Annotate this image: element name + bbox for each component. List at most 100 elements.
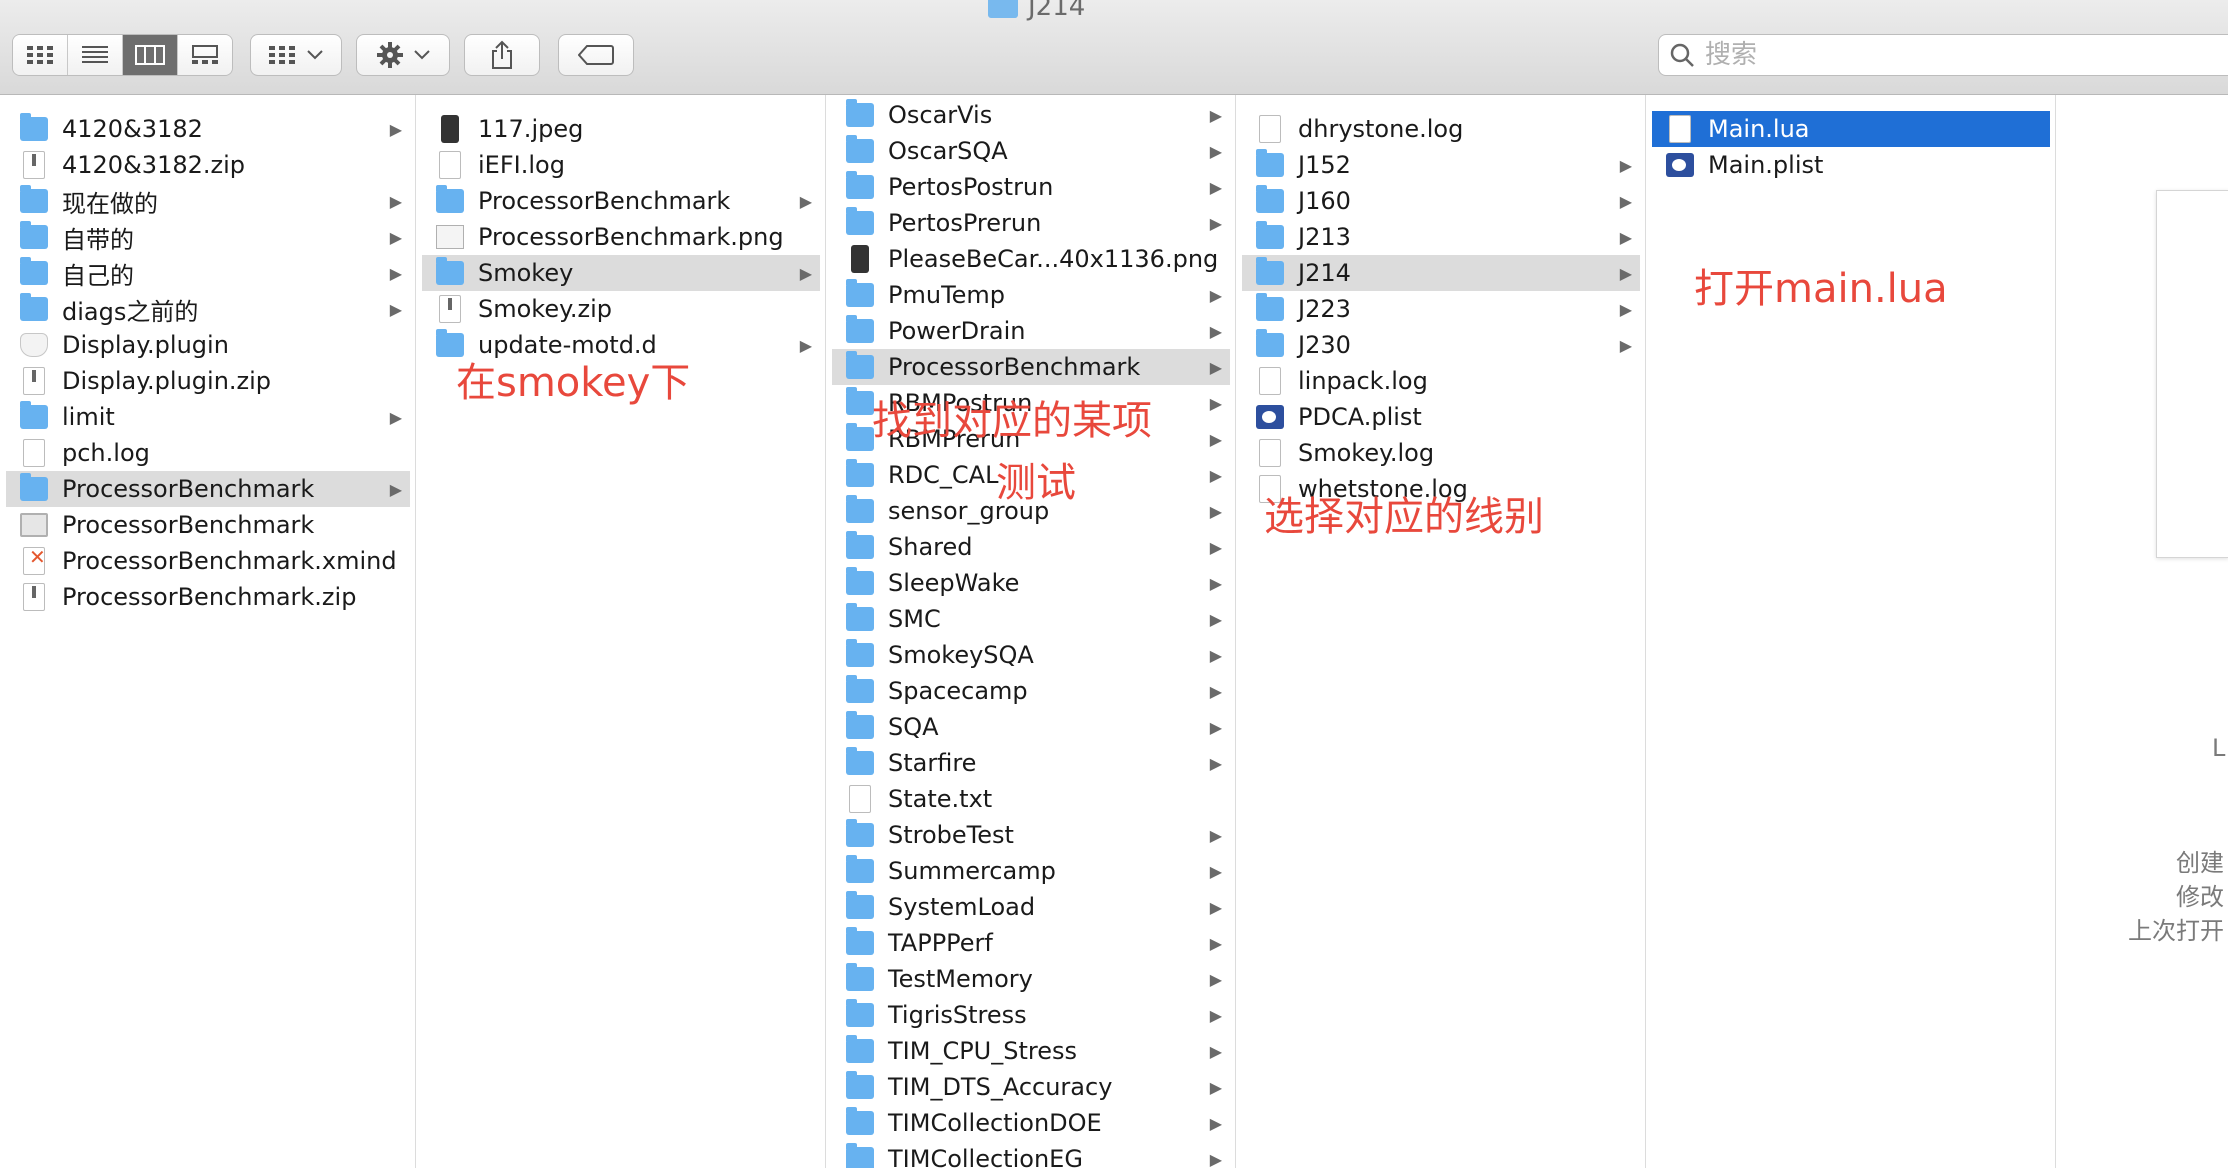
folder-item[interactable]: ProcessorBenchmark ▶ bbox=[832, 349, 1230, 385]
item-label: 现在做的 bbox=[62, 189, 158, 218]
disclosure-arrow-icon: ▶ bbox=[1619, 299, 1632, 319]
folder-item[interactable]: update-motd.d ▶ bbox=[422, 327, 820, 363]
folder-item[interactable]: diags之前的 ▶ bbox=[6, 291, 410, 327]
item-label: 自带的 bbox=[62, 225, 134, 254]
file-item[interactable]: State.txt bbox=[832, 781, 1230, 817]
file-item[interactable]: Display.plugin.zip bbox=[6, 363, 410, 399]
info-label-last-opened: 上次打开 bbox=[2128, 917, 2224, 945]
file-item[interactable]: ProcessorBenchmark.xmind bbox=[6, 543, 410, 579]
file-item[interactable]: ProcessorBenchmark.zip bbox=[6, 579, 410, 615]
folder-item[interactable]: limit ▶ bbox=[6, 399, 410, 435]
folder-icon bbox=[846, 675, 874, 703]
folder-item[interactable]: TAPPPerf ▶ bbox=[832, 925, 1230, 961]
file-item[interactable]: dhrystone.log bbox=[1242, 111, 1640, 147]
browser-column-1[interactable]: 4120&3182 ▶ 4120&3182.zip 现在做的 ▶ 自带的 ▶ 自己的 ▶ diag… bbox=[0, 95, 416, 1168]
application-icon bbox=[20, 513, 48, 537]
browser-column-4[interactable]: dhrystone.log J152 ▶ J160 ▶ J213 ▶ J214 ▶ J223 ▶ J2… bbox=[1236, 95, 1646, 1168]
folder-item[interactable]: SmokeySQA ▶ bbox=[832, 637, 1230, 673]
folder-item[interactable]: SQA ▶ bbox=[832, 709, 1230, 745]
disclosure-arrow-icon: ▶ bbox=[799, 263, 812, 283]
browser-column-2[interactable]: 117.jpeg iEFI.log ProcessorBenchmark ▶ Proce… bbox=[416, 95, 826, 1168]
item-label: ProcessorBenchmark bbox=[62, 475, 315, 503]
icon-view-button[interactable] bbox=[13, 35, 68, 75]
folder-item[interactable]: J160 ▶ bbox=[1242, 183, 1640, 219]
browser-column-3[interactable]: OscarVis ▶ OscarSQA ▶ PertosPostrun ▶ PertosPr… bbox=[826, 95, 1236, 1168]
image-file-icon bbox=[851, 245, 869, 273]
folder-icon bbox=[846, 351, 874, 379]
file-item[interactable]: Main.lua bbox=[1652, 111, 2050, 147]
folder-item[interactable]: TIMCollectionEG ▶ bbox=[832, 1141, 1230, 1168]
file-item[interactable]: Smokey.log bbox=[1242, 435, 1640, 471]
column-view-button[interactable] bbox=[123, 35, 178, 75]
item-label: pch.log bbox=[62, 439, 150, 467]
group-by-button[interactable] bbox=[250, 34, 342, 76]
folder-item[interactable]: PertosPrerun ▶ bbox=[832, 205, 1230, 241]
file-item[interactable]: iEFI.log bbox=[422, 147, 820, 183]
file-item[interactable]: PDCA.plist bbox=[1242, 399, 1640, 435]
action-menu-button[interactable] bbox=[356, 34, 450, 76]
file-item[interactable]: ProcessorBenchmark bbox=[6, 507, 410, 543]
folder-item[interactable]: Spacecamp ▶ bbox=[832, 673, 1230, 709]
list-view-button[interactable] bbox=[68, 35, 123, 75]
folder-item[interactable]: Shared ▶ bbox=[832, 529, 1230, 565]
folder-icon bbox=[846, 1035, 874, 1063]
search-input[interactable] bbox=[1703, 39, 2007, 71]
folder-item[interactable]: ProcessorBenchmark ▶ bbox=[422, 183, 820, 219]
folder-item[interactable]: PmuTemp ▶ bbox=[832, 277, 1230, 313]
folder-icon bbox=[1256, 329, 1284, 357]
folder-item[interactable]: 自己的 ▶ bbox=[6, 255, 410, 291]
browser-column-5[interactable]: Main.lua Main.plist bbox=[1646, 95, 2056, 1168]
folder-item[interactable]: Smokey ▶ bbox=[422, 255, 820, 291]
folder-item[interactable]: SystemLoad ▶ bbox=[832, 889, 1230, 925]
folder-icon bbox=[846, 1143, 874, 1168]
disclosure-arrow-icon: ▶ bbox=[1209, 645, 1222, 665]
file-item[interactable]: PleaseBeCar...40x1136.png bbox=[832, 241, 1230, 277]
folder-item[interactable]: PowerDrain ▶ bbox=[832, 313, 1230, 349]
folder-item[interactable]: OscarSQA ▶ bbox=[832, 133, 1230, 169]
item-label: TIMCollectionDOE bbox=[888, 1109, 1102, 1137]
folder-item[interactable]: Summercamp ▶ bbox=[832, 853, 1230, 889]
tags-button[interactable] bbox=[558, 34, 634, 76]
folder-item[interactable]: TIM_CPU_Stress ▶ bbox=[832, 1033, 1230, 1069]
folder-item[interactable]: SMC ▶ bbox=[832, 601, 1230, 637]
zip-file-icon bbox=[23, 151, 45, 179]
file-item[interactable]: 117.jpeg bbox=[422, 111, 820, 147]
folder-item[interactable]: TIMCollectionDOE ▶ bbox=[832, 1105, 1230, 1141]
folder-item[interactable]: TestMemory ▶ bbox=[832, 961, 1230, 997]
gallery-view-button[interactable] bbox=[178, 35, 232, 75]
folder-item[interactable]: 4120&3182 ▶ bbox=[6, 111, 410, 147]
folder-item[interactable]: Starfire ▶ bbox=[832, 745, 1230, 781]
annotation-find-test-line2: 测试 bbox=[996, 460, 1076, 506]
folder-item[interactable]: 现在做的 ▶ bbox=[6, 183, 410, 219]
file-item[interactable]: Main.plist bbox=[1652, 147, 2050, 183]
file-item[interactable]: Smokey.zip bbox=[422, 291, 820, 327]
item-label: Starfire bbox=[888, 749, 977, 777]
folder-icon bbox=[846, 819, 874, 847]
folder-item[interactable]: StrobeTest ▶ bbox=[832, 817, 1230, 853]
folder-icon bbox=[846, 423, 874, 451]
folder-item[interactable]: PertosPostrun ▶ bbox=[832, 169, 1230, 205]
file-item[interactable]: Display.plugin bbox=[6, 327, 410, 363]
folder-item[interactable]: 自带的 ▶ bbox=[6, 219, 410, 255]
file-item[interactable]: pch.log bbox=[6, 435, 410, 471]
document-icon bbox=[849, 785, 871, 813]
folder-item[interactable]: J214 ▶ bbox=[1242, 255, 1640, 291]
folder-item[interactable]: TigrisStress ▶ bbox=[832, 997, 1230, 1033]
gallery-icon bbox=[192, 45, 218, 64]
folder-item[interactable]: TIM_DTS_Accuracy ▶ bbox=[832, 1069, 1230, 1105]
folder-item[interactable]: J223 ▶ bbox=[1242, 291, 1640, 327]
folder-item[interactable]: J213 ▶ bbox=[1242, 219, 1640, 255]
folder-item[interactable]: J230 ▶ bbox=[1242, 327, 1640, 363]
item-label: Smokey.log bbox=[1298, 439, 1435, 467]
share-button[interactable] bbox=[464, 34, 540, 76]
file-item[interactable]: 4120&3182.zip bbox=[6, 147, 410, 183]
item-label: diags之前的 bbox=[62, 297, 199, 326]
file-item[interactable]: ProcessorBenchmark.png bbox=[422, 219, 820, 255]
folder-item[interactable]: OscarVis ▶ bbox=[832, 97, 1230, 133]
search-field[interactable] bbox=[1658, 34, 2228, 76]
folder-item[interactable]: ProcessorBenchmark ▶ bbox=[6, 471, 410, 507]
item-label: ProcessorBenchmark bbox=[62, 511, 315, 539]
folder-item[interactable]: SleepWake ▶ bbox=[832, 565, 1230, 601]
file-item[interactable]: linpack.log bbox=[1242, 363, 1640, 399]
folder-item[interactable]: J152 ▶ bbox=[1242, 147, 1640, 183]
